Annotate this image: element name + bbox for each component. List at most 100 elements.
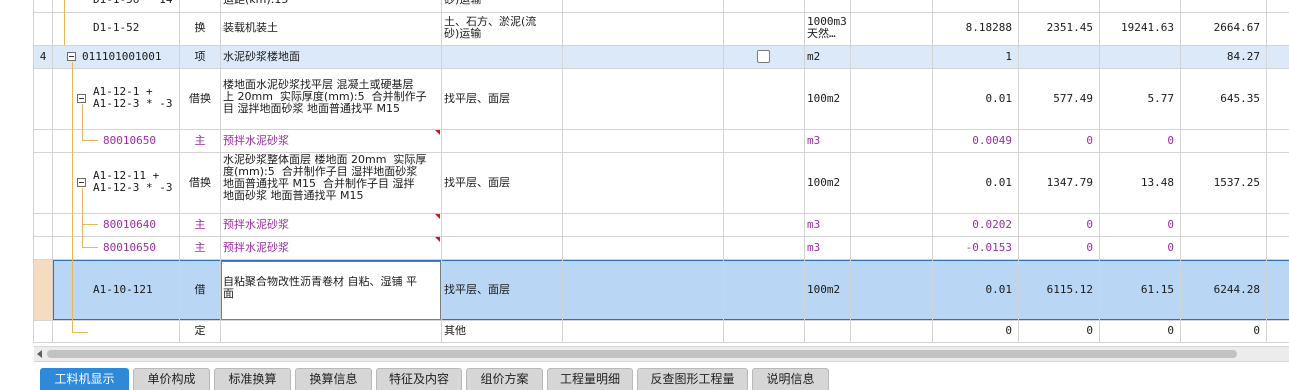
row-qty[interactable]: -0.0153 [933, 242, 1018, 254]
row-qty[interactable]: 0.01 [933, 284, 1018, 296]
row-extra[interactable]: 2664.67 [1181, 22, 1266, 34]
row-unit[interactable]: 1000m3 天然… [807, 16, 850, 44]
row-code[interactable]: 011101001001 [82, 51, 179, 63]
row-price[interactable]: 1347.79 [1019, 177, 1099, 189]
row-price[interactable]: 2351.45 [1019, 22, 1099, 34]
row-price[interactable]: 0 [1019, 135, 1099, 147]
row-type[interactable]: 主 [180, 219, 220, 231]
row-name[interactable]: 预拌水泥砂浆 [223, 135, 433, 147]
row-total[interactable]: 0 [1100, 219, 1180, 231]
tab-standard-conversion[interactable]: 标准换算 [214, 368, 291, 390]
row-name[interactable]: 水泥砂浆整体面层 楼地面 20mm 实际厚 度(mm):5 合并制作子目 湿拌地… [223, 154, 439, 211]
row-total[interactable]: 13.48 [1100, 177, 1180, 189]
row-type[interactable]: 主 [180, 135, 220, 147]
scroll-left-arrow-icon[interactable] [37, 350, 42, 358]
row-extra[interactable]: 6244.28 [1181, 284, 1266, 296]
horizontal-scrollbar[interactable] [34, 346, 1289, 362]
row-unit[interactable]: m3 [807, 242, 850, 254]
row-price[interactable]: 0 [1019, 325, 1099, 337]
row-name[interactable]: 水泥砂浆楼地面 [223, 51, 439, 63]
row-qty[interactable]: 0.0202 [933, 219, 1018, 231]
row-total[interactable]: 0 [1100, 325, 1180, 337]
row-name[interactable]: 预拌水泥砂浆 [223, 219, 433, 231]
row-qty[interactable]: 8.18288 [933, 22, 1018, 34]
row-unit[interactable]: 100m2 [807, 177, 850, 189]
tab-conversion-info[interactable]: 换算信息 [295, 368, 372, 390]
row-feature[interactable]: 找平层、面层 [444, 177, 560, 189]
row-unit[interactable]: 100m2 [807, 93, 850, 105]
tab-unit-price-composition[interactable]: 单价构成 [133, 368, 210, 390]
scrollbar-thumb[interactable] [47, 350, 1237, 358]
row-total[interactable]: 19241.63 [1100, 22, 1180, 34]
row-feature[interactable]: 其他 [444, 325, 560, 337]
grid-line [34, 68, 1289, 69]
row-extra[interactable]: 645.35 [1181, 93, 1266, 105]
tab-quantity-details[interactable]: 工程量明细 [547, 368, 633, 390]
row-code[interactable]: A1-12-11 + A1-12-3 * -3 [93, 170, 179, 196]
row-unit[interactable]: m2 [807, 51, 850, 63]
row-price[interactable]: 577.49 [1019, 93, 1099, 105]
row-code[interactable]: 80010650 [103, 242, 179, 254]
row-type[interactable]: 定 [180, 325, 220, 337]
tab-description[interactable]: 说明信息 [752, 368, 829, 390]
row-checkbox[interactable] [757, 50, 770, 63]
note-marker-icon [435, 237, 440, 242]
row-type[interactable]: 项 [180, 51, 220, 63]
row-total[interactable]: 0 [1100, 242, 1180, 254]
row-feature[interactable]: 找平层、面层 [444, 93, 560, 105]
row-type[interactable]: 借 [180, 284, 220, 296]
row-qty[interactable]: 0.0049 [933, 135, 1018, 147]
row-unit[interactable]: 100m2 [807, 284, 850, 296]
row-extra[interactable]: 0 [1181, 325, 1266, 337]
row-total[interactable]: 61.15 [1100, 284, 1180, 296]
row-code[interactable]: D1-1-52 [93, 22, 179, 34]
row-extra[interactable]: 1537.25 [1181, 177, 1266, 189]
tab-features-content[interactable]: 特征及内容 [376, 368, 462, 390]
row-qty[interactable]: 0.01 [933, 93, 1018, 105]
row-qty[interactable]: 0.01 [933, 177, 1018, 189]
grid-line [804, 0, 805, 343]
row-type[interactable]: 换 [180, 22, 220, 34]
tree-line [82, 247, 98, 248]
row-code[interactable]: D1-1-56 * 14 [93, 0, 179, 8]
row-unit[interactable]: m3 [807, 219, 850, 231]
row-name[interactable]: 预拌水泥砂浆 [223, 242, 433, 254]
tree-line [72, 62, 73, 332]
collapse-icon[interactable] [77, 94, 86, 103]
tab-graphic-quantity-lookup[interactable]: 反查图形工程量 [637, 368, 748, 390]
row-price[interactable]: 6115.12 [1019, 284, 1099, 296]
grid-line [34, 152, 1289, 153]
collapse-icon[interactable] [67, 52, 76, 61]
note-marker-icon [435, 214, 440, 219]
row-name[interactable]: 楼地面水泥砂浆找平层 混凝土或硬基层 上 20mm 实际厚度(mm):5 合并制… [223, 79, 439, 121]
grid-line [34, 259, 1289, 260]
row-extra[interactable]: 84.27 [1181, 51, 1266, 63]
grid-line [34, 320, 1289, 321]
row-feature[interactable]: 土、石方、淤泥(流 砂)运输 [444, 16, 560, 44]
row-type[interactable]: 主 [180, 242, 220, 254]
row-code[interactable]: A1-10-121 [93, 284, 179, 296]
collapse-icon[interactable] [77, 178, 86, 187]
row-code[interactable]: 80010650 [103, 135, 179, 147]
row-qty[interactable]: 0 [933, 325, 1018, 337]
row-code[interactable]: A1-12-1 + A1-12-3 * -3 [93, 86, 179, 112]
row-price[interactable]: 0 [1019, 219, 1099, 231]
row-feature[interactable]: 找平层、面层 [444, 284, 560, 296]
row-type[interactable]: 借换 [180, 177, 220, 189]
row-qty[interactable]: 1 [933, 51, 1018, 63]
tree-line [82, 140, 98, 141]
row-code[interactable]: 80010640 [103, 219, 179, 231]
row-total[interactable]: 0 [1100, 135, 1180, 147]
row-name[interactable]: 装载机装土 [223, 22, 439, 34]
row-name[interactable]: 运距(km):15 [223, 0, 439, 8]
row-name[interactable]: 自粘聚合物改性沥青卷材 自粘、湿铺 平 面 [223, 276, 439, 304]
grid-line [850, 0, 851, 343]
row-feature[interactable]: 砂)运输 [444, 0, 560, 8]
row-total[interactable]: 5.77 [1100, 93, 1180, 105]
row-unit[interactable]: m3 [807, 135, 850, 147]
tab-pricing-scheme[interactable]: 组价方案 [466, 368, 543, 390]
row-price[interactable]: 0 [1019, 242, 1099, 254]
tab-labor-material-machine[interactable]: 工料机显示 [40, 368, 129, 390]
row-type[interactable]: 借换 [180, 93, 220, 105]
grid-line [52, 0, 53, 343]
